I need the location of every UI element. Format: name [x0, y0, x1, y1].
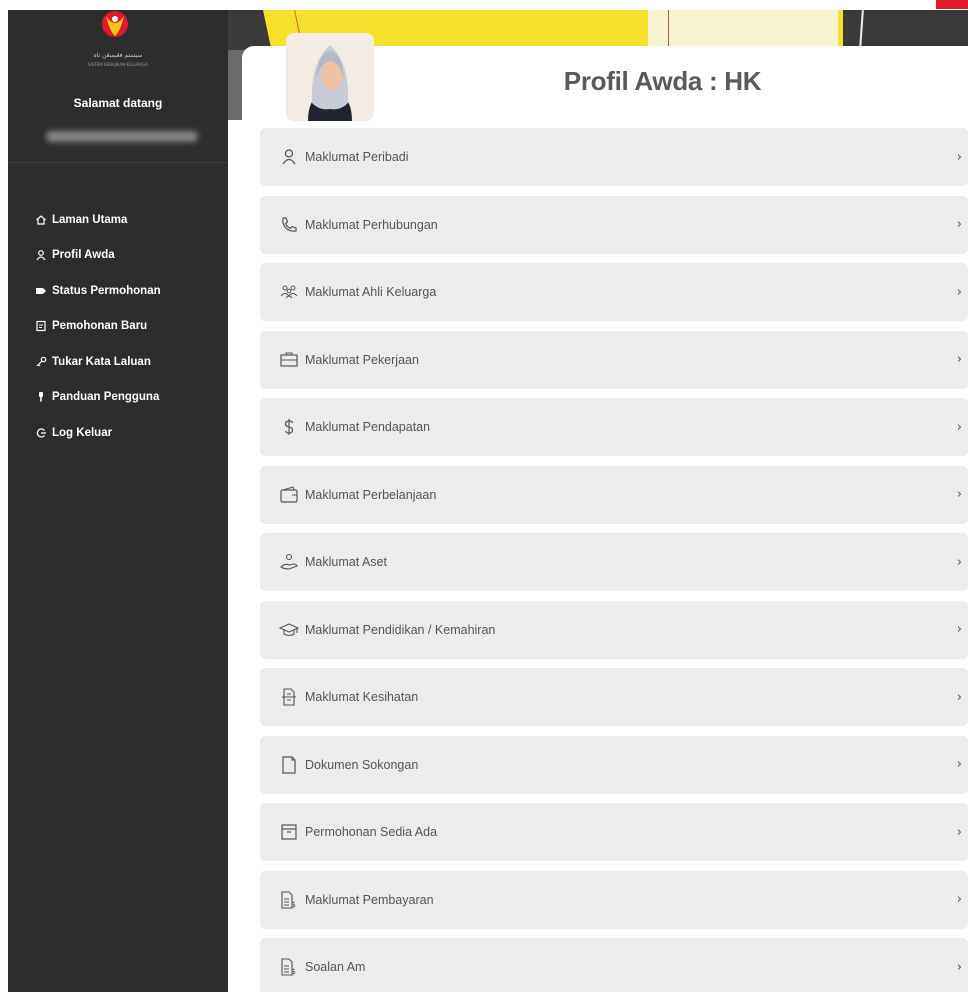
- sidebar-item-pemohonan-baru[interactable]: Pemohonan Baru: [34, 309, 161, 345]
- graduation-cap-icon: [277, 601, 301, 659]
- phone-icon: [277, 196, 301, 254]
- menu-row-label: Maklumat Perbelanjaan: [305, 487, 437, 502]
- menu-row-label: Maklumat Aset: [305, 555, 387, 569]
- menu-row-maklumat-perhubungan[interactable]: Maklumat Perhubungan ›: [260, 195, 968, 254]
- sidebar: سيستم فڠيمبڠن تاه SISTEM KEBAJIKAN KELUA…: [8, 10, 228, 992]
- menu-row-label: Maklumat Pembayaran: [305, 892, 434, 907]
- sidebar-item-panduan-pengguna[interactable]: Panduan Pengguna: [34, 380, 161, 416]
- menu-row-maklumat-peribadi[interactable]: Maklumat Peribadi ›: [260, 128, 968, 186]
- logo-caption: سيستم فڠيمبڠن تاه: [93, 52, 143, 59]
- chevron-right-icon: ›: [956, 284, 962, 300]
- tag-icon: [34, 284, 48, 298]
- menu-row-maklumat-pembayaran[interactable]: $ Maklumat Pembayaran ›: [260, 870, 968, 929]
- svg-text:$: $: [291, 900, 296, 909]
- menu-row-label: Maklumat Peribadi: [305, 150, 409, 164]
- sidebar-nav: Laman Utama Profil Awda Status Permohona…: [34, 202, 161, 451]
- menu-row-maklumat-kesihatan[interactable]: Maklumat Kesihatan ›: [260, 668, 968, 726]
- payment-icon: $: [277, 871, 301, 929]
- logo-subcaption: SISTEM KEBAJIKAN KELUARGA: [88, 62, 148, 67]
- menu-row-label: Soalan Am: [305, 960, 366, 974]
- brand-logo-icon: [90, 10, 140, 46]
- key-icon: [34, 355, 48, 369]
- menu-row-label: Dokumen Sokongan: [305, 757, 419, 772]
- sidebar-item-label: Panduan Pengguna: [52, 391, 160, 404]
- svg-text:$: $: [291, 967, 296, 976]
- menu-row-maklumat-pendidikan[interactable]: Maklumat Pendidikan / Kemahiran ›: [260, 600, 968, 659]
- user-icon: [34, 248, 48, 262]
- chevron-right-icon: ›: [956, 149, 962, 165]
- logout-icon: [34, 426, 48, 440]
- menu-row-label: Maklumat Pendapatan: [305, 420, 431, 434]
- menu-row-label: Permohonan Sedia Ada: [305, 825, 438, 839]
- form-icon: [34, 319, 48, 333]
- menu-row-maklumat-pendapatan[interactable]: Maklumat Pendapatan ›: [260, 398, 968, 456]
- welcome-text: Salamat datang: [73, 96, 163, 110]
- sidebar-item-label: Tukar Kata Laluan: [52, 355, 151, 368]
- menu-row-maklumat-ahli-keluarga[interactable]: Maklumat Ahli Keluarga ›: [260, 263, 968, 321]
- menu-row-label: Maklumat Ahli Keluarga: [305, 285, 437, 299]
- chevron-right-icon: ›: [956, 487, 962, 502]
- info-icon: [34, 390, 48, 404]
- chevron-right-icon: ›: [956, 824, 962, 840]
- chevron-right-icon: ›: [956, 892, 962, 907]
- chevron-right-icon: ›: [956, 757, 962, 772]
- avatar: [286, 33, 374, 121]
- document-icon: [277, 736, 301, 794]
- briefcase-icon: [277, 331, 301, 389]
- sidebar-item-status-permohonan[interactable]: Status Permohonan: [34, 273, 161, 309]
- username-redacted: [46, 131, 198, 142]
- sidebar-item-label: Log Keluar: [52, 426, 113, 439]
- sidebar-item-laman-utama[interactable]: Laman Utama: [34, 202, 161, 238]
- sidebar-item-label: Status Permohonan: [52, 284, 161, 297]
- family-icon: [277, 263, 301, 321]
- sidebar-item-label: Profil Awda: [52, 249, 115, 262]
- chevron-right-icon: ›: [956, 959, 962, 975]
- page-title: Profil Awda : HK: [563, 66, 762, 96]
- sidebar-item-profil-awda[interactable]: Profil Awda: [34, 238, 161, 274]
- top-strip: [0, 0, 968, 10]
- red-corner-tab[interactable]: [936, 0, 968, 9]
- chevron-right-icon: ›: [956, 689, 962, 705]
- sidebar-item-label: Laman Utama: [52, 213, 128, 226]
- menu-row-label: Maklumat Perhubungan: [305, 217, 438, 232]
- health-record-icon: [277, 668, 301, 726]
- chevron-right-icon: ›: [956, 352, 962, 367]
- menu-row-label: Maklumat Kesihatan: [305, 690, 419, 704]
- chevron-right-icon: ›: [956, 622, 962, 637]
- menu-row-soalan-am[interactable]: $ Soalan Am ›: [260, 938, 968, 992]
- profile-menu-list: Maklumat Peribadi › Maklumat Perhubungan…: [260, 128, 968, 992]
- person-icon: [277, 128, 301, 186]
- chevron-right-icon: ›: [956, 419, 962, 435]
- sidebar-item-tukar-kata-laluan[interactable]: Tukar Kata Laluan: [34, 344, 161, 380]
- sidebar-item-log-keluar[interactable]: Log Keluar: [34, 415, 161, 451]
- menu-row-maklumat-perbelanjaan[interactable]: Maklumat Perbelanjaan ›: [260, 465, 968, 524]
- wallet-icon: [277, 466, 301, 524]
- chevron-right-icon: ›: [956, 217, 962, 232]
- archive-icon: [277, 803, 301, 861]
- menu-row-maklumat-aset[interactable]: Maklumat Aset ›: [260, 533, 968, 591]
- dollar-icon: [277, 398, 301, 456]
- menu-row-maklumat-pekerjaan[interactable]: Maklumat Pekerjaan ›: [260, 330, 968, 389]
- app-frame: سيستم فڠيمبڠن تاه SISTEM KEBAJIKAN KELUA…: [0, 0, 968, 992]
- menu-row-label: Maklumat Pekerjaan: [305, 352, 419, 367]
- menu-row-dokumen-sokongan[interactable]: Dokumen Sokongan ›: [260, 735, 968, 794]
- sidebar-item-label: Pemohonan Baru: [52, 320, 148, 333]
- chevron-right-icon: ›: [956, 554, 962, 570]
- question-icon: $: [277, 938, 301, 992]
- menu-row-label: Maklumat Pendidikan / Kemahiran: [305, 622, 496, 637]
- menu-row-permohonan-sedia-ada[interactable]: Permohonan Sedia Ada ›: [260, 803, 968, 861]
- home-icon: [34, 213, 48, 227]
- asset-icon: [277, 533, 301, 591]
- sidebar-divider: [8, 162, 228, 163]
